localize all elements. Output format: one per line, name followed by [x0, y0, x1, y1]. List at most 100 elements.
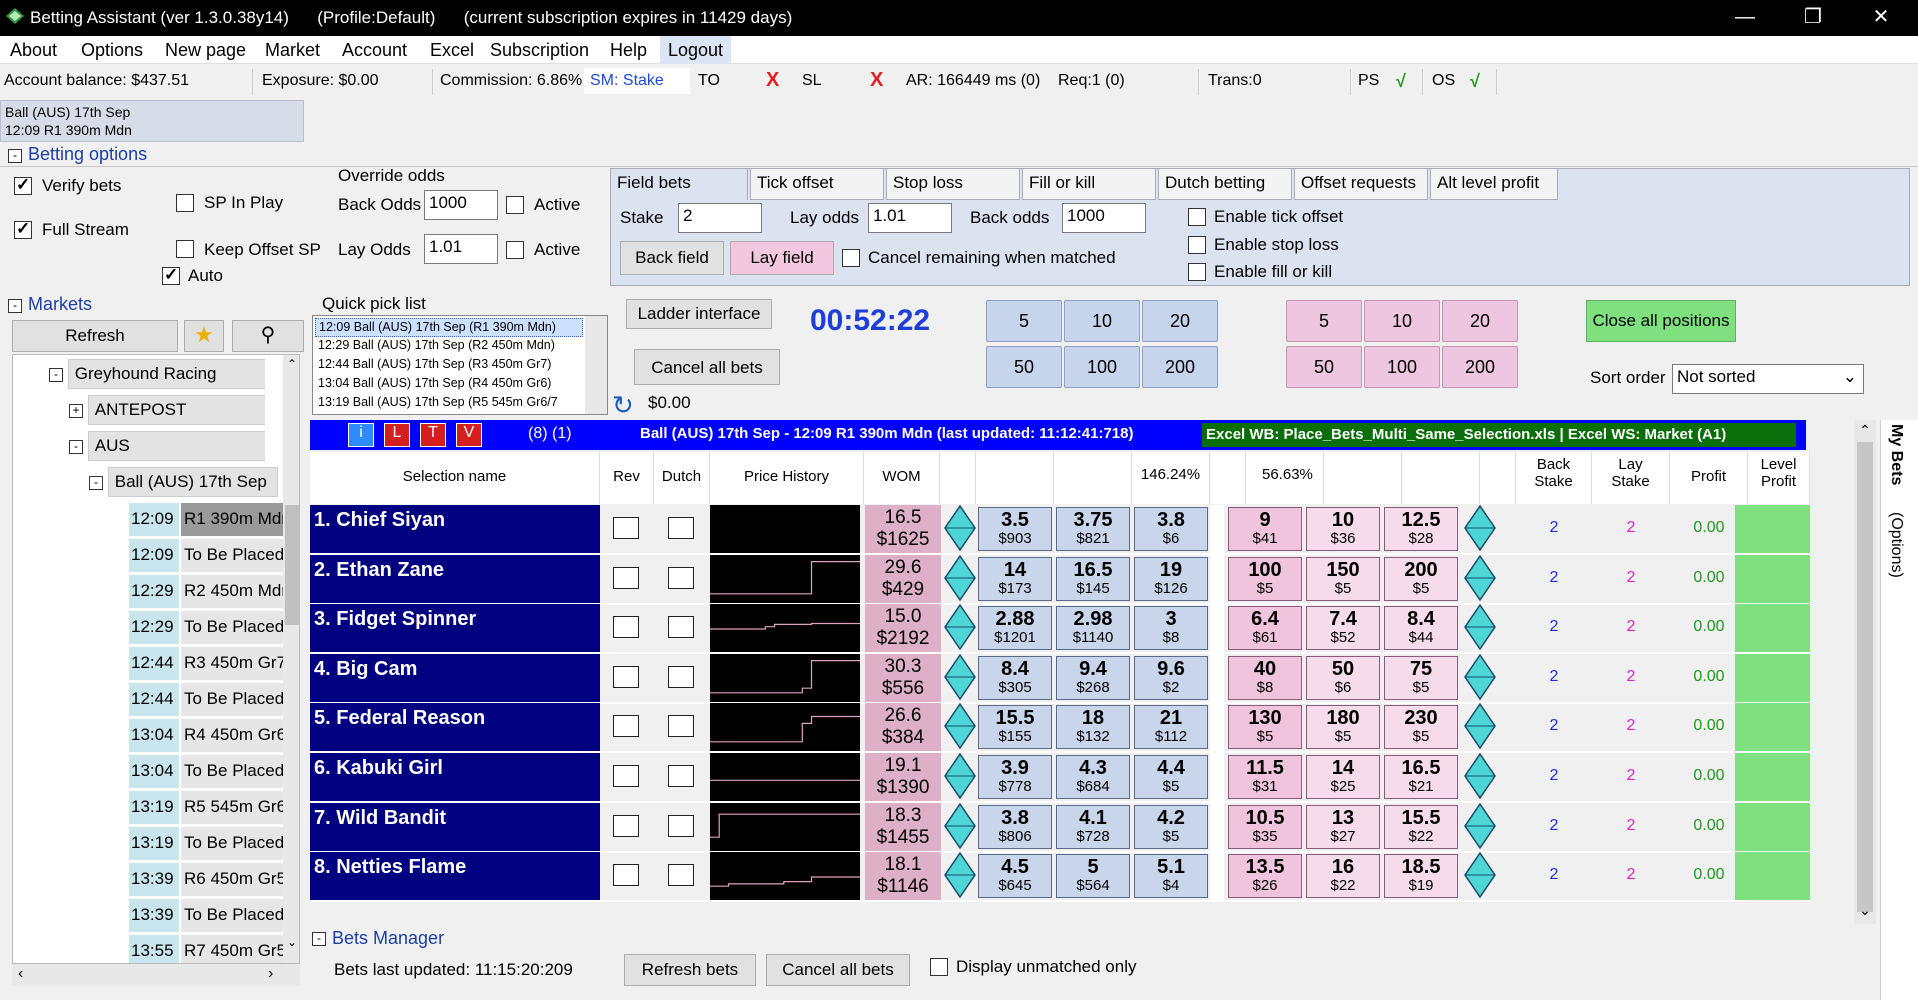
race-item[interactable]: 12:44 R3 450m Gr7 [129, 647, 287, 681]
antepost-expand-icon[interactable]: + [69, 403, 83, 418]
lay-price-cell[interactable]: 16.5 $21 [1384, 755, 1458, 799]
dutch-checkbox[interactable] [668, 715, 694, 738]
tab-alt-level-profit[interactable]: Alt level profit [1430, 168, 1558, 200]
back-price-cell[interactable]: 3.9 $778 [978, 755, 1052, 799]
back-price-cell[interactable]: 4.5 $645 [978, 854, 1052, 899]
race-item[interactable]: 13:19 To Be Placed [129, 827, 287, 861]
back-stake-button-50[interactable]: 50 [986, 346, 1062, 388]
rev-checkbox[interactable] [613, 864, 639, 887]
menu-help[interactable]: Help [610, 40, 647, 61]
dutch-checkbox[interactable] [668, 616, 694, 639]
back-price-cell[interactable]: 9.6 $2 [1134, 655, 1208, 700]
back-price-cell[interactable]: 4.4 $5 [1134, 755, 1208, 799]
back-stake-button-100[interactable]: 100 [1064, 346, 1140, 388]
display-unmatched-checkbox[interactable] [930, 958, 948, 976]
race-item[interactable]: 13:04 R4 450m Gr6 [129, 719, 287, 753]
stake-input[interactable]: 2 [678, 203, 762, 233]
back-price-cell[interactable]: 2.88 $1201 [978, 606, 1052, 651]
lay-stake-button-5[interactable]: 5 [1286, 300, 1362, 342]
race-item[interactable]: 13:39 R6 450m Gr5 [129, 863, 287, 897]
tab-stop-loss[interactable]: Stop loss [886, 168, 1020, 200]
runner-name[interactable]: 8. Netties Flame [310, 852, 600, 901]
tab-offset-requests[interactable]: Offset requests [1294, 168, 1428, 200]
dutch-checkbox[interactable] [668, 665, 694, 688]
back-price-cell[interactable]: 3.5 $903 [978, 507, 1052, 551]
back-price-cell[interactable]: 5.1 $4 [1134, 854, 1208, 899]
scroll-right-icon[interactable]: › [268, 965, 273, 983]
rev-checkbox[interactable] [613, 616, 639, 639]
race-item[interactable]: 13:19R5 545m Gr6/7 [129, 791, 287, 825]
rev-checkbox[interactable] [613, 715, 639, 738]
runner-row[interactable]: 7. Wild Bandit 18.3 $1455 3.8 $806 4.1 $728 4.2… [310, 802, 1810, 853]
quick-pick-scrollbar[interactable] [585, 316, 607, 414]
l-button[interactable]: L [384, 423, 410, 447]
stake-mode[interactable]: SM: Stake [584, 68, 690, 94]
lay-price-cell[interactable]: 13.5 $26 [1228, 854, 1302, 899]
menu-market[interactable]: Market [265, 40, 320, 61]
race-item[interactable]: 13:04 To Be Placed [129, 755, 287, 789]
markets-collapse-icon[interactable]: - [8, 299, 22, 313]
back-diamond-icon[interactable] [944, 505, 976, 551]
grid-scroll-up-icon[interactable]: ⌃ [1854, 422, 1876, 439]
lay-stake-button-50[interactable]: 50 [1286, 346, 1362, 388]
verify-bets-checkbox[interactable] [14, 175, 32, 195]
back-stake-value[interactable]: 2 [1529, 817, 1579, 835]
back-stake-value[interactable]: 2 [1529, 717, 1579, 735]
lay-diamond-icon[interactable] [1464, 703, 1496, 750]
back-diamond-icon[interactable] [944, 802, 976, 849]
runner-name[interactable]: 3. Fidget Spinner [310, 604, 600, 653]
full-stream-checkbox[interactable] [14, 219, 32, 239]
menu-subscription[interactable]: Subscription [490, 40, 589, 61]
runner-row[interactable]: 2. Ethan Zane 29.6 $429 14 $173 16.5 $145 19 $12… [310, 554, 1810, 605]
betting-options-collapse-icon[interactable]: - [8, 149, 22, 163]
quick-pick-item[interactable]: 12:09 Ball (AUS) 17th Sep (R1 390m Mdn) [315, 318, 583, 337]
lay-price-cell[interactable]: 11.5 $31 [1228, 755, 1302, 799]
info-button[interactable]: i [348, 423, 374, 447]
aus-collapse-icon[interactable]: - [69, 439, 83, 454]
v-button[interactable]: V [456, 423, 482, 447]
runner-name[interactable]: 6. Kabuki Girl [310, 753, 600, 801]
lay-price-cell[interactable]: 180 $5 [1306, 705, 1380, 750]
minimize-icon[interactable]: — [1716, 0, 1774, 36]
menu-new-page[interactable]: New page [165, 40, 246, 61]
race-item[interactable]: 12:29 To Be Placed [129, 611, 287, 645]
lay-diamond-icon[interactable] [1464, 802, 1496, 849]
refresh-markets-button[interactable]: Refresh [12, 320, 178, 352]
back-diamond-icon[interactable] [944, 653, 976, 700]
override-lay-odds-input[interactable]: 1.01 [424, 234, 498, 264]
lay-diamond-icon[interactable] [1464, 554, 1496, 601]
back-price-cell[interactable]: 14 $173 [978, 556, 1052, 601]
quick-pick-item[interactable]: 13:19 Ball (AUS) 17th Sep (R5 545m Gr6/7 [315, 394, 583, 413]
race-item[interactable]: 13:39 To Be Placed [129, 899, 287, 933]
lay-price-cell[interactable]: 15.5 $22 [1384, 804, 1458, 849]
back-price-cell[interactable]: 5 $564 [1056, 854, 1130, 899]
back-stake-button-5[interactable]: 5 [986, 300, 1062, 342]
runner-row[interactable]: 4. Big Cam 30.3 $556 8.4 $305 9.4 $268 9.6 $2 40 $… [310, 653, 1810, 704]
lay-stake-value[interactable]: 2 [1606, 866, 1656, 884]
lay-price-cell[interactable]: 14 $25 [1306, 755, 1380, 799]
back-diamond-icon[interactable] [944, 604, 976, 651]
lay-price-cell[interactable]: 6.4 $61 [1228, 606, 1302, 651]
back-stake-value[interactable]: 2 [1529, 519, 1579, 537]
dutch-checkbox[interactable] [668, 765, 694, 787]
auto-checkbox[interactable] [162, 265, 180, 285]
lay-stake-value[interactable]: 2 [1606, 717, 1656, 735]
greyhound-collapse-icon[interactable]: - [49, 367, 63, 382]
back-diamond-icon[interactable] [944, 852, 976, 899]
grid-vertical-scrollbar[interactable]: ⌃ ⌄ [1854, 420, 1876, 924]
lay-stake-value[interactable]: 2 [1606, 668, 1656, 686]
lay-diamond-icon[interactable] [1464, 604, 1496, 651]
lay-price-cell[interactable]: 40 $8 [1228, 655, 1302, 700]
back-price-cell[interactable]: 4.3 $684 [1056, 755, 1130, 799]
lay-field-button[interactable]: Lay field [730, 241, 834, 275]
lay-price-cell[interactable]: 200 $5 [1384, 556, 1458, 601]
rev-checkbox[interactable] [613, 814, 639, 837]
back-stake-value[interactable]: 2 [1529, 618, 1579, 636]
tab-tick-offset[interactable]: Tick offset [750, 168, 884, 200]
back-price-cell[interactable]: 15.5 $155 [978, 705, 1052, 750]
tab-field-bets[interactable]: Field bets [610, 168, 748, 200]
runner-name[interactable]: 7. Wild Bandit [310, 802, 600, 851]
back-price-cell[interactable]: 3.8 $806 [978, 804, 1052, 849]
lay-price-cell[interactable]: 7.4 $52 [1306, 606, 1380, 651]
lay-price-cell[interactable]: 75 $5 [1384, 655, 1458, 700]
